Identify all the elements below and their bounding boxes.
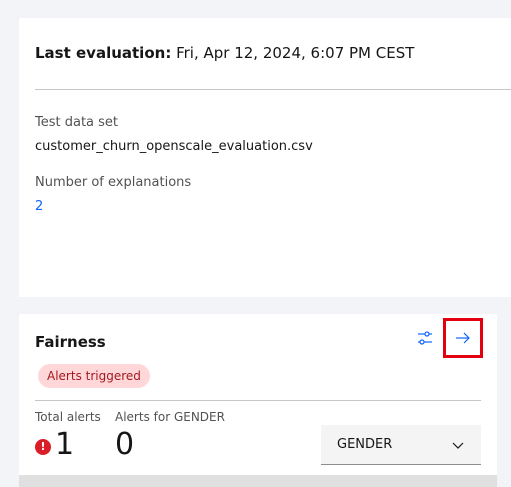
sliders-icon [418, 331, 432, 345]
arrow-right-icon [456, 332, 470, 344]
gender-alerts-value: 0 [115, 427, 135, 462]
divider [35, 89, 511, 90]
divider [35, 400, 481, 401]
number-of-explanations-link[interactable]: 2 [35, 199, 43, 214]
last-evaluation-label: Last evaluation: [35, 44, 172, 62]
error-filled-icon: ! [35, 439, 51, 455]
test-data-set-value: customer_churn_openscale_evaluation.csv [35, 139, 313, 154]
last-evaluation-value: Fri, Apr 12, 2024, 6:07 PM CEST [176, 44, 415, 62]
configure-button[interactable] [413, 326, 437, 350]
fairness-card[interactable]: Fairness Alerts triggered Total alerts !… [19, 314, 497, 487]
next-section-strip [19, 475, 497, 487]
last-evaluation: Last evaluation: Fri, Apr 12, 2024, 6:07… [35, 44, 414, 62]
test-data-set-label: Test data set [35, 115, 119, 130]
fairness-title: Fairness [35, 333, 106, 351]
chevron-down-icon [452, 442, 464, 449]
attribute-select[interactable]: GENDER [321, 425, 481, 465]
total-alerts-label: Total alerts [35, 410, 101, 424]
alerts-triggered-tag: Alerts triggered [38, 364, 150, 388]
gender-alerts-label: Alerts for GENDER [115, 410, 225, 424]
number-of-explanations-label: Number of explanations [35, 175, 192, 190]
evaluation-card: Last evaluation: Fri, Apr 12, 2024, 6:07… [19, 18, 511, 297]
open-details-button[interactable] [443, 318, 483, 358]
attribute-select-value: GENDER [337, 437, 393, 452]
total-alerts-value: 1 [55, 427, 75, 462]
